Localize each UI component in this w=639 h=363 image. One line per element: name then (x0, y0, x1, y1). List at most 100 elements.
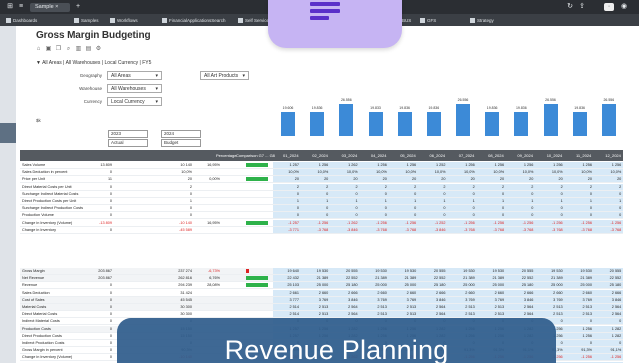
save-icon[interactable]: ▣ (45, 46, 52, 53)
cell-value[interactable]: -3 846 (424, 228, 446, 232)
currency-select[interactable]: Local Currency (107, 97, 162, 106)
year-a-select[interactable]: 2023 (108, 130, 148, 138)
cell-value[interactable]: 0 (453, 213, 475, 217)
cell-value[interactable]: 2 666 (336, 291, 358, 295)
cell-value[interactable]: 0 (336, 192, 357, 196)
copy-icon[interactable]: ❐ (55, 46, 62, 53)
cell-value[interactable]: 19 530 (541, 269, 563, 273)
new-tab-icon[interactable]: + (74, 3, 82, 11)
settings-icon[interactable]: ⚙ (95, 46, 102, 53)
cell-value[interactable]: 2 513 (394, 312, 417, 316)
cell-value[interactable]: 2 660 (570, 291, 592, 295)
cell-value[interactable]: 20 555 (599, 269, 622, 273)
cell-value[interactable]: 3 769 (570, 298, 592, 302)
cell-value[interactable]: 10,0% (424, 170, 446, 174)
cell-value[interactable]: 1 (453, 199, 475, 203)
cell-value[interactable]: 10,0% (511, 170, 534, 174)
cell-value[interactable]: -1 256 (365, 221, 387, 225)
cell-value[interactable]: 2 660 (365, 291, 387, 295)
cell-value[interactable]: 2 (277, 185, 299, 189)
cell-value[interactable]: 25 000 (570, 283, 592, 287)
cell-value[interactable]: 20 (482, 177, 504, 181)
cell-value[interactable]: 1 257 (277, 163, 299, 167)
table-row[interactable]: Direct Production Costs per Unit 0 1 1 1 1 1 1 1… (20, 198, 623, 205)
bookmark-8[interactable]: Strategy (470, 17, 494, 24)
chart-bar[interactable] (543, 104, 558, 136)
cell-value[interactable]: 1 282 (599, 327, 622, 331)
column-header[interactable]: 02_2024 (312, 153, 328, 158)
cell-value[interactable]: 0 (336, 206, 357, 210)
cell-value[interactable]: 1 256 (541, 163, 563, 167)
cell-value[interactable]: 3 846 (511, 298, 534, 302)
cell-value[interactable]: 1 256 (453, 163, 475, 167)
cell-value[interactable]: 21 389 (570, 276, 592, 280)
cell-value[interactable]: 21 389 (482, 276, 504, 280)
cell-value[interactable]: 0 (424, 192, 445, 196)
cell-value[interactable]: 2 513 (453, 312, 475, 316)
table-row[interactable]: Gross Margin 203 867 237 274 -6,73% 19 640 19… (20, 268, 623, 275)
warehouse-select[interactable]: All Warehouses (107, 84, 162, 93)
cell-value[interactable]: 3 846 (599, 298, 622, 302)
table-row[interactable]: Surcharge Indirect Production Costs 0 0 0 0 0… (20, 205, 623, 213)
cell-value[interactable]: 1 (394, 199, 416, 203)
cell-value[interactable]: 1 252 (424, 163, 446, 167)
cell-value[interactable]: 10,0% (277, 170, 299, 174)
cell-value[interactable]: 25 180 (424, 283, 446, 287)
cell-value[interactable]: 2 513 (453, 305, 475, 309)
cell-value[interactable]: 2 513 (306, 305, 329, 309)
cell-value[interactable]: 0 (541, 213, 563, 217)
cell-value[interactable]: 2 (424, 185, 445, 189)
cell-value[interactable]: 20 (424, 177, 445, 181)
cell-value[interactable]: 10,0% (570, 170, 592, 174)
cell-value[interactable]: 3 769 (453, 298, 475, 302)
cell-value[interactable]: 10,0% (599, 170, 622, 174)
cell-value[interactable]: 20 555 (511, 269, 534, 273)
cell-value[interactable]: 3 769 (306, 298, 329, 302)
scenario-a-select[interactable]: Actual (108, 139, 148, 147)
cell-value[interactable]: 1 (599, 199, 621, 203)
column-header[interactable]: 08_2024 (488, 153, 504, 158)
cell-value[interactable]: 19 530 (394, 269, 417, 273)
table-row[interactable]: Net Revenue 203 867 262 816 6,76% 22 432 21 3… (20, 275, 623, 283)
column-header[interactable]: 07_2024 (459, 153, 475, 158)
cell-value[interactable]: -3 846 (336, 228, 358, 232)
cell-value[interactable]: 2 513 (394, 305, 417, 309)
cell-value[interactable]: 20 555 (424, 269, 446, 273)
cell-value[interactable]: 2 513 (306, 312, 329, 316)
cell-value[interactable]: 21 389 (541, 276, 563, 280)
cell-value[interactable]: 20 (541, 177, 562, 181)
cell-value[interactable]: 19 530 (453, 269, 475, 273)
cell-value[interactable]: 2 (453, 185, 475, 189)
cell-value[interactable]: 20 (306, 177, 328, 181)
cell-value[interactable]: 0 (570, 341, 592, 345)
cell-value[interactable]: 2 513 (570, 305, 592, 309)
cell-value[interactable]: -1 256 (482, 221, 504, 225)
column-header[interactable]: 11_2024 (576, 153, 591, 158)
cell-value[interactable]: 2 (570, 185, 592, 189)
cell-value[interactable]: 0 (570, 192, 592, 196)
cell-value[interactable]: 0 (453, 192, 475, 196)
cell-value[interactable]: 0 (599, 213, 621, 217)
column-header[interactable]: Comparison G7 ... G8 (236, 153, 275, 158)
cell-value[interactable]: 1 256 (570, 334, 592, 338)
cell-value[interactable]: 0 (570, 319, 592, 323)
cell-value[interactable]: 10,0% (541, 170, 563, 174)
table-row[interactable]: Sales Deduction 0 31 424 2 661 2 660 2 666 2 6… (20, 289, 623, 297)
list-icon[interactable]: ≡ (17, 3, 25, 11)
cell-value[interactable]: 1 (277, 199, 299, 203)
cell-value[interactable]: 0 (453, 206, 475, 210)
cell-value[interactable]: 0 (365, 192, 387, 196)
cell-value[interactable]: -3 768 (541, 228, 563, 232)
cell-value[interactable]: -1 256 (306, 221, 329, 225)
cell-value[interactable]: 22 552 (599, 276, 622, 280)
table-row[interactable]: Change in Inventory (Volume) -13 809 -10 1… (20, 219, 623, 227)
cell-value[interactable]: 0 (306, 206, 328, 210)
column-header[interactable]: 12_2024 (605, 153, 621, 158)
chart-bar[interactable] (572, 112, 587, 136)
cell-value[interactable]: 0 (599, 319, 621, 323)
cell-value[interactable]: 1 (365, 199, 387, 203)
cell-value[interactable]: 3 769 (365, 298, 387, 302)
table-row[interactable]: Change in Inventory 0 -45 589 -3 771 -3 768 -… (20, 226, 623, 234)
cell-value[interactable]: 22 552 (424, 276, 446, 280)
browser-tab[interactable]: Sample × (30, 3, 70, 12)
